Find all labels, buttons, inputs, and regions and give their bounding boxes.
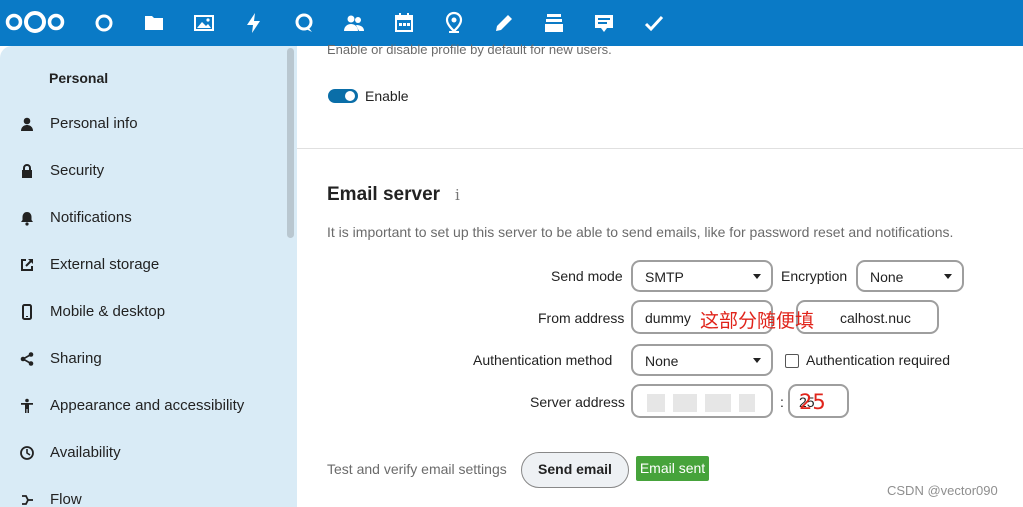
bell-icon bbox=[19, 210, 35, 226]
encryption-value: None bbox=[870, 269, 904, 285]
server-address-label: Server address bbox=[530, 394, 625, 410]
profile-enable-label: Enable bbox=[365, 88, 409, 104]
maps-icon[interactable] bbox=[442, 11, 466, 35]
deck-icon[interactable] bbox=[542, 11, 566, 35]
sidebar-item-label: Sharing bbox=[50, 350, 102, 367]
sidebar-item-security[interactable]: Security bbox=[0, 151, 285, 191]
email-server-title: Email server bbox=[327, 184, 441, 205]
info-icon[interactable]: i bbox=[455, 186, 460, 204]
person-icon bbox=[19, 116, 35, 132]
sidebar-item-availability[interactable]: Availability bbox=[0, 433, 285, 473]
sidebar-item-notifications[interactable]: Notifications bbox=[0, 198, 285, 238]
auth-method-value: None bbox=[645, 353, 679, 369]
forms-icon[interactable] bbox=[592, 11, 616, 35]
contacts-icon[interactable] bbox=[342, 11, 366, 35]
chevron-down-icon bbox=[753, 274, 761, 279]
from-domain-value: calhost.nuc bbox=[840, 310, 911, 326]
server-address-input[interactable] bbox=[631, 384, 773, 418]
settings-content: Enable or disable profile by default for… bbox=[297, 42, 1023, 507]
external-link-icon bbox=[19, 257, 35, 273]
sidebar-item-mobile-desktop[interactable]: Mobile & desktop bbox=[0, 292, 285, 332]
sidebar-section-title: Personal bbox=[49, 70, 109, 86]
notes-icon[interactable] bbox=[492, 11, 516, 35]
from-address-label: From address bbox=[538, 310, 625, 326]
annotation-port: 25 bbox=[799, 390, 826, 414]
test-settings-label: Test and verify email settings bbox=[327, 461, 507, 477]
photos-icon[interactable] bbox=[192, 11, 216, 35]
files-icon[interactable] bbox=[142, 11, 166, 35]
send-mode-value: SMTP bbox=[645, 269, 684, 285]
sidebar-item-label: Flow bbox=[50, 491, 82, 507]
watermark: CSDN @vector090 bbox=[887, 483, 998, 498]
settings-sidebar: Personal Personal info Security Notifica… bbox=[0, 46, 297, 507]
profile-default-note: Enable or disable profile by default for… bbox=[327, 42, 612, 57]
accessibility-icon bbox=[19, 398, 35, 414]
sidebar-scrollbar[interactable] bbox=[287, 48, 294, 238]
sidebar-item-personal-info[interactable]: Personal info bbox=[0, 104, 285, 144]
sidebar-item-label: Appearance and accessibility bbox=[50, 397, 245, 414]
auth-method-label: Authentication method bbox=[473, 352, 613, 368]
sidebar-item-label: Mobile & desktop bbox=[50, 303, 166, 320]
send-mode-select[interactable]: SMTP bbox=[631, 260, 773, 292]
chevron-down-icon bbox=[944, 274, 952, 279]
sidebar-item-label: Notifications bbox=[50, 209, 132, 226]
phone-icon bbox=[19, 304, 35, 320]
lock-icon bbox=[19, 163, 35, 179]
sidebar-item-label: Personal info bbox=[50, 115, 138, 132]
email-server-description: It is important to set up this server to… bbox=[327, 224, 954, 240]
toggle-knob bbox=[345, 91, 355, 101]
sidebar-item-flow[interactable]: Flow bbox=[0, 480, 285, 507]
sidebar-item-appearance[interactable]: Appearance and accessibility bbox=[0, 386, 285, 426]
from-domain-input[interactable]: calhost.nuc bbox=[796, 300, 939, 334]
from-local-value: dummy bbox=[645, 310, 691, 326]
sidebar-item-label: Security bbox=[50, 162, 105, 179]
send-email-button[interactable]: Send email bbox=[521, 452, 629, 488]
flow-icon bbox=[19, 492, 35, 507]
sidebar-item-label: External storage bbox=[50, 256, 160, 273]
redacted-block bbox=[705, 394, 731, 412]
sidebar-item-label: Availability bbox=[50, 444, 121, 461]
annotation-from-address: 这部分随便填 bbox=[700, 310, 815, 332]
section-divider bbox=[297, 148, 1023, 149]
sidebar-item-external-storage[interactable]: External storage bbox=[0, 245, 285, 285]
activity-icon[interactable] bbox=[242, 11, 266, 35]
auth-required-label: Authentication required bbox=[806, 352, 950, 368]
nextcloud-logo-icon[interactable] bbox=[4, 10, 66, 34]
encryption-label: Encryption bbox=[781, 268, 848, 284]
clock-icon bbox=[19, 445, 35, 461]
dashboard-icon[interactable] bbox=[92, 11, 116, 35]
share-icon bbox=[19, 351, 35, 367]
calendar-icon[interactable] bbox=[392, 11, 416, 35]
auth-method-select[interactable]: None bbox=[631, 344, 773, 376]
top-app-bar bbox=[0, 0, 1023, 46]
tasks-icon[interactable] bbox=[642, 11, 666, 35]
encryption-select[interactable]: None bbox=[856, 260, 964, 292]
send-mode-label: Send mode bbox=[551, 268, 623, 284]
chevron-down-icon bbox=[753, 358, 761, 363]
talk-icon[interactable] bbox=[292, 11, 316, 35]
redacted-block bbox=[739, 394, 755, 412]
email-sent-badge: Email sent bbox=[636, 456, 709, 481]
redacted-block bbox=[647, 394, 665, 412]
sidebar-item-sharing[interactable]: Sharing bbox=[0, 339, 285, 379]
profile-enable-toggle[interactable] bbox=[328, 89, 358, 103]
auth-required-checkbox[interactable] bbox=[785, 354, 799, 368]
redacted-block bbox=[673, 394, 697, 412]
port-separator: : bbox=[780, 394, 784, 410]
